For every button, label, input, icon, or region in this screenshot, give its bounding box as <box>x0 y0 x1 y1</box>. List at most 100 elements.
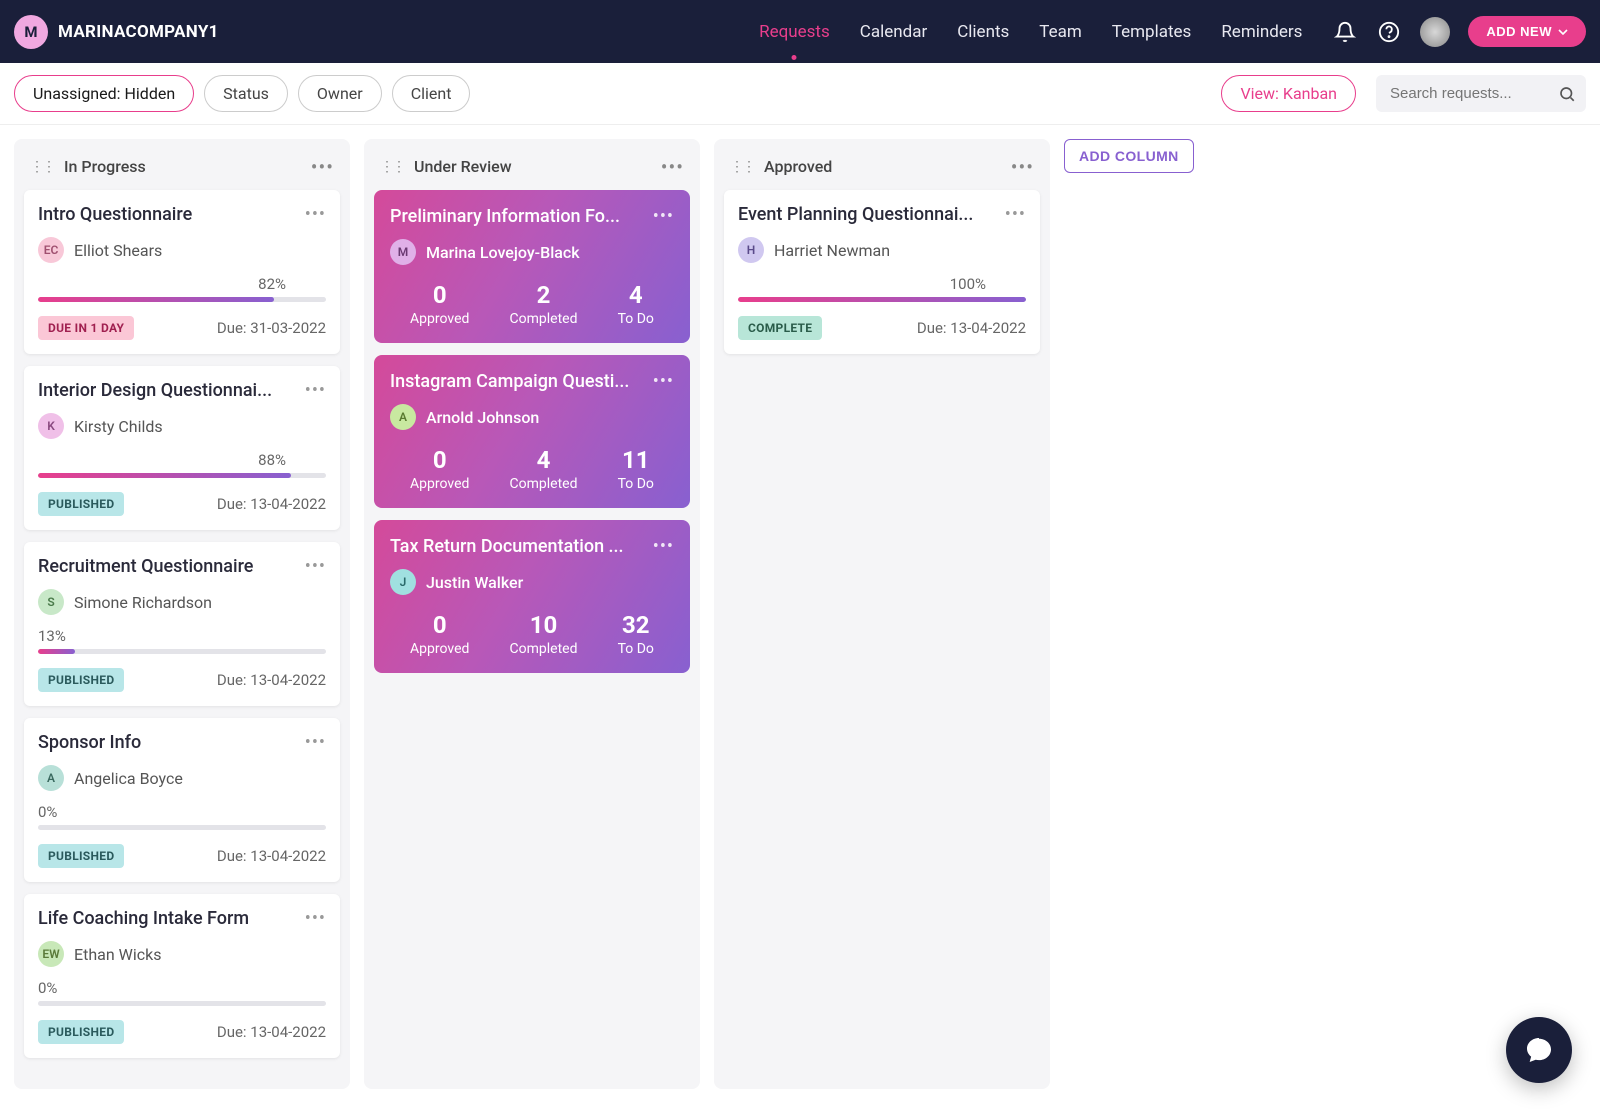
card-menu-icon[interactable]: ••• <box>653 377 674 386</box>
column-title: In Progress <box>64 157 146 176</box>
request-card[interactable]: Intro Questionnaire ••• EC Elliot Shears… <box>24 190 340 354</box>
filter-owner[interactable]: Owner <box>298 75 382 112</box>
card-title: Sponsor Info <box>38 732 141 753</box>
filter-status[interactable]: Status <box>204 75 288 112</box>
column-menu-icon[interactable]: ••• <box>1011 162 1034 172</box>
filter-unassigned[interactable]: Unassigned: Hidden <box>14 75 194 112</box>
request-card[interactable]: Recruitment Questionnaire ••• S Simone R… <box>24 542 340 706</box>
status-chip: COMPLETE <box>738 316 822 340</box>
kanban-board: ⋮⋮ In Progress ••• Intro Questionnaire •… <box>0 125 1600 1103</box>
card-menu-icon[interactable]: ••• <box>305 386 326 395</box>
stat-todo-value: 11 <box>618 446 654 474</box>
due-date: Due: 13-04-2022 <box>217 495 326 513</box>
brand-avatar: M <box>14 15 48 49</box>
stat-approved-label: Approved <box>410 641 469 657</box>
nav-calendar[interactable]: Calendar <box>860 22 927 42</box>
owner-name: Kirsty Childs <box>74 417 163 436</box>
request-card[interactable]: Event Planning Questionnai... ••• H Harr… <box>724 190 1040 354</box>
owner-avatar: EC <box>38 237 64 263</box>
topbar: M MARINACOMPANY1 Requests Calendar Clients… <box>0 0 1600 63</box>
filter-client[interactable]: Client <box>392 75 471 112</box>
owner-avatar: EW <box>38 941 64 967</box>
due-date: Due: 31-03-2022 <box>217 319 326 337</box>
card-stats: 0Approved 4Completed 11To Do <box>390 446 674 492</box>
card-title: Instagram Campaign Questi... <box>390 371 629 392</box>
column-menu-icon[interactable]: ••• <box>661 162 684 172</box>
card-owner: EC Elliot Shears <box>38 237 326 263</box>
stat-completed-value: 4 <box>510 446 578 474</box>
progress-bar <box>738 297 1026 302</box>
chevron-down-icon <box>1558 29 1568 35</box>
request-card[interactable]: Life Coaching Intake Form ••• EW Ethan W… <box>24 894 340 1058</box>
card-title: Intro Questionnaire <box>38 204 192 225</box>
review-card[interactable]: Instagram Campaign Questi... ••• A Arnol… <box>374 355 690 508</box>
card-owner: S Simone Richardson <box>38 589 326 615</box>
column-title: Approved <box>764 157 832 176</box>
progress-bar <box>38 825 326 830</box>
review-card[interactable]: Preliminary Information Fo... ••• M Mari… <box>374 190 690 343</box>
status-chip: PUBLISHED <box>38 1020 124 1044</box>
stat-approved-label: Approved <box>410 476 469 492</box>
column-header: ⋮⋮ Under Review ••• <box>374 149 690 190</box>
card-owner: M Marina Lovejoy-Black <box>390 239 674 265</box>
card-menu-icon[interactable]: ••• <box>653 542 674 551</box>
drag-handle-icon[interactable]: ⋮⋮ <box>730 159 754 175</box>
card-title: Preliminary Information Fo... <box>390 206 620 227</box>
add-new-button[interactable]: ADD NEW <box>1468 16 1586 47</box>
owner-name: Arnold Johnson <box>426 408 539 427</box>
stat-approved-value: 0 <box>410 281 469 309</box>
view-toggle[interactable]: View: Kanban <box>1221 75 1356 112</box>
stat-todo-label: To Do <box>618 311 654 327</box>
card-menu-icon[interactable]: ••• <box>305 738 326 747</box>
progress-bar <box>38 649 326 654</box>
due-date: Due: 13-04-2022 <box>217 671 326 689</box>
brand-name: MARINACOMPANY1 <box>58 22 219 42</box>
card-menu-icon[interactable]: ••• <box>1005 210 1026 219</box>
stat-todo-label: To Do <box>618 476 654 492</box>
stat-completed-label: Completed <box>510 311 578 327</box>
column-under-review: ⋮⋮ Under Review ••• Preliminary Informat… <box>364 139 700 1089</box>
request-card[interactable]: Sponsor Info ••• A Angelica Boyce 0% PUB… <box>24 718 340 882</box>
search-input[interactable] <box>1376 75 1586 112</box>
request-card[interactable]: Interior Design Questionnai... ••• K Kir… <box>24 366 340 530</box>
nav-team[interactable]: Team <box>1039 22 1082 42</box>
user-avatar[interactable] <box>1420 17 1450 47</box>
card-title: Tax Return Documentation ... <box>390 536 624 557</box>
card-stats: 0Approved 2Completed 4To Do <box>390 281 674 327</box>
search-icon[interactable] <box>1558 85 1576 103</box>
owner-name: Marina Lovejoy-Black <box>426 243 580 262</box>
filterbar-right: View: Kanban <box>1221 75 1586 112</box>
nav-requests[interactable]: Requests <box>759 22 830 42</box>
help-icon[interactable] <box>1376 19 1402 45</box>
card-owner: H Harriet Newman <box>738 237 1026 263</box>
bell-icon[interactable] <box>1332 19 1358 45</box>
owner-name: Harriet Newman <box>774 241 890 260</box>
owner-name: Angelica Boyce <box>74 769 183 788</box>
drag-handle-icon[interactable]: ⋮⋮ <box>30 159 54 175</box>
card-owner: K Kirsty Childs <box>38 413 326 439</box>
chat-button[interactable] <box>1506 1017 1572 1083</box>
review-card[interactable]: Tax Return Documentation ... ••• J Justi… <box>374 520 690 673</box>
card-menu-icon[interactable]: ••• <box>305 914 326 923</box>
stat-todo-value: 32 <box>618 611 654 639</box>
nav-reminders[interactable]: Reminders <box>1221 22 1302 42</box>
drag-handle-icon[interactable]: ⋮⋮ <box>380 159 404 175</box>
progress-bar <box>38 473 326 478</box>
stat-approved-value: 0 <box>410 446 469 474</box>
card-title: Recruitment Questionnaire <box>38 556 253 577</box>
column-header: ⋮⋮ Approved ••• <box>724 149 1040 190</box>
nav-templates[interactable]: Templates <box>1112 22 1192 42</box>
topbar-right: ADD NEW <box>1332 16 1586 47</box>
card-menu-icon[interactable]: ••• <box>305 210 326 219</box>
card-menu-icon[interactable]: ••• <box>653 212 674 221</box>
nav-clients[interactable]: Clients <box>957 22 1009 42</box>
owner-avatar: J <box>390 569 416 595</box>
column-menu-icon[interactable]: ••• <box>311 162 334 172</box>
stat-todo-value: 4 <box>618 281 654 309</box>
brand: M MARINACOMPANY1 <box>14 15 219 49</box>
add-column-button[interactable]: ADD COLUMN <box>1064 139 1194 173</box>
card-title: Interior Design Questionnai... <box>38 380 272 401</box>
stat-completed-value: 10 <box>510 611 578 639</box>
main-nav: Requests Calendar Clients Team Templates Remi… <box>759 22 1302 42</box>
card-menu-icon[interactable]: ••• <box>305 562 326 571</box>
